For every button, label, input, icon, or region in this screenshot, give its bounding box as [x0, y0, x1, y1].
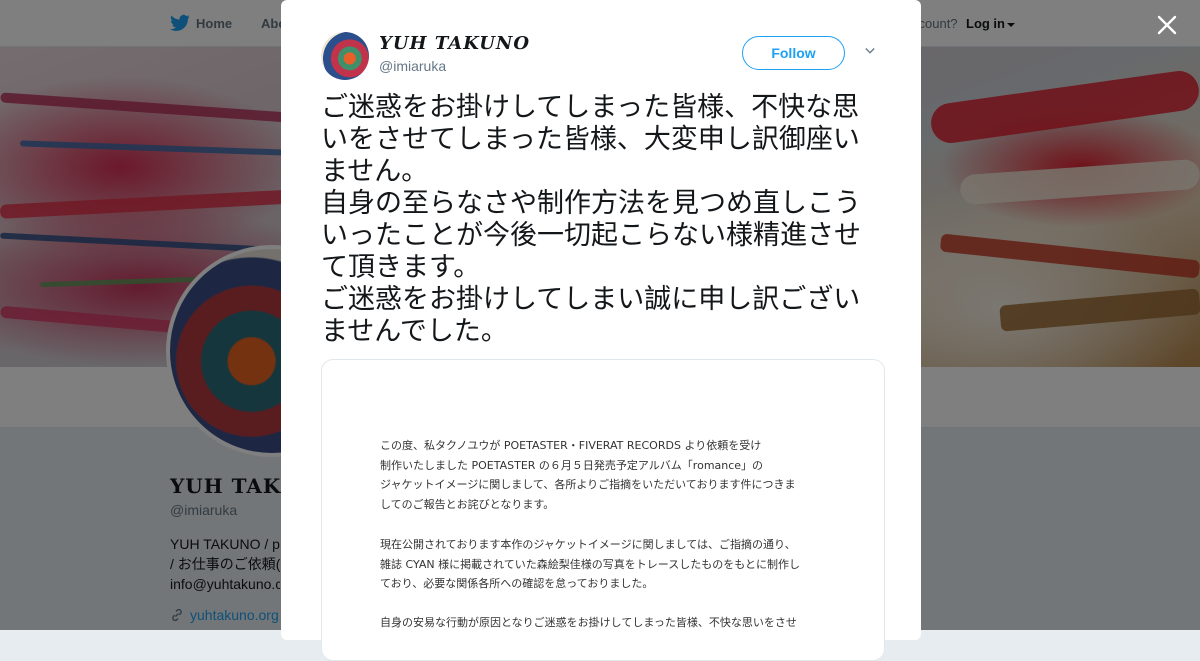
tweet-text: ご迷惑をお掛けしてしまった皆様、不快な思いをさせてしまった皆様、大変申し訳御座い…	[321, 92, 861, 347]
author-name[interactable]: YUH TAKUNO	[379, 33, 530, 54]
document-paragraph: 現在公開されております本作のジャケットイメージに関しましては、ご指摘の通り、 雑…	[380, 538, 800, 590]
chevron-down-icon[interactable]	[865, 46, 875, 56]
document-paragraph: この度、私タクノユウが POETASTER・FIVERAT RECORDS より…	[380, 439, 796, 511]
author-handle[interactable]: @imiaruka	[379, 58, 446, 74]
tweet-media-image[interactable]: この度、私タクノユウが POETASTER・FIVERAT RECORDS より…	[321, 359, 885, 661]
follow-button[interactable]: Follow	[742, 36, 845, 70]
close-icon[interactable]	[1154, 12, 1180, 38]
author-avatar[interactable]	[321, 32, 369, 80]
tweet-modal: YUH TAKUNO @imiaruka Follow ご迷惑をお掛けしてしまっ…	[281, 0, 921, 661]
